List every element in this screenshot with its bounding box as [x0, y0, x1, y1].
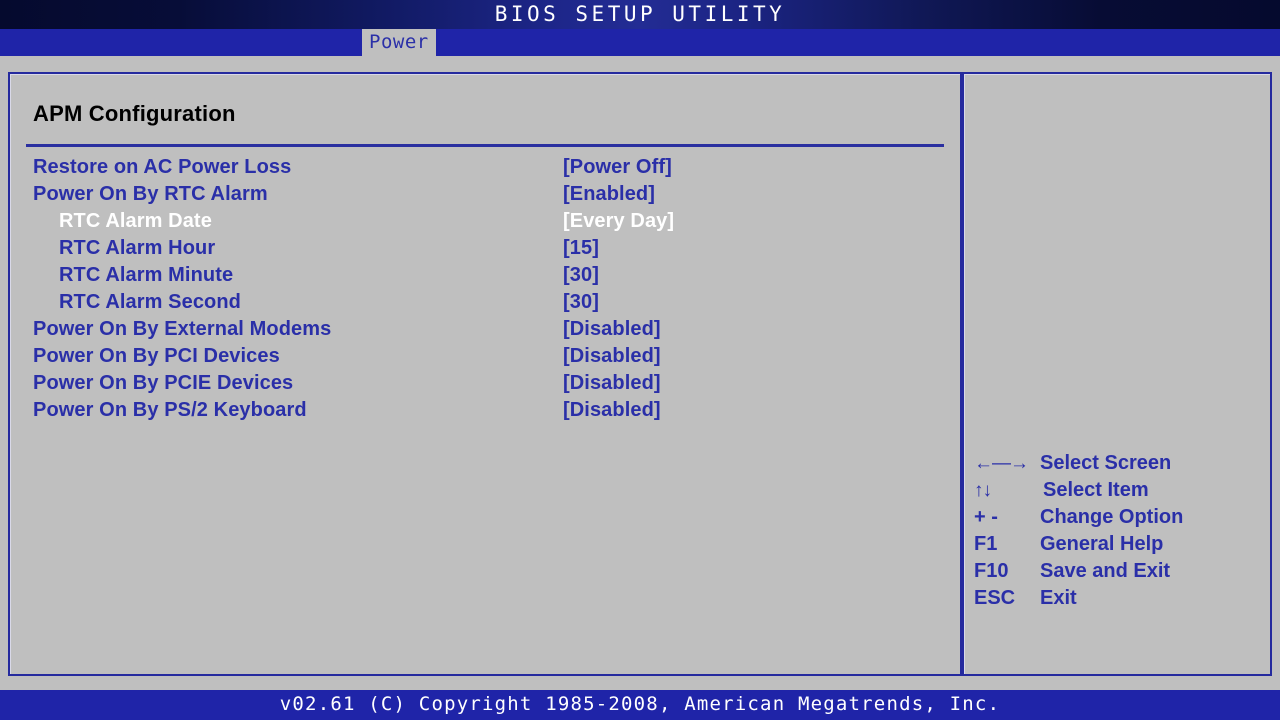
section-heading: APM Configuration — [33, 101, 236, 126]
legend-row: ESC Exit — [972, 585, 1266, 612]
legend-description: Exit — [1040, 587, 1077, 609]
setting-row[interactable]: RTC Alarm Hour [15] — [10, 235, 960, 262]
key-legend-list: ←—→ Select Screen ↑↓ Select Item + - Change O… — [972, 450, 1266, 612]
legend-description: Change Option — [1040, 506, 1184, 528]
setting-label: RTC Alarm Second — [59, 291, 242, 313]
setting-value[interactable]: [Disabled] — [563, 316, 661, 343]
setting-label: Restore on AC Power Loss — [33, 156, 292, 178]
setting-label: Power On By PS/2 Keyboard — [33, 399, 307, 421]
setting-label: Power On By RTC Alarm — [33, 183, 268, 205]
setting-value[interactable]: [Disabled] — [563, 397, 661, 424]
setting-label: RTC Alarm Minute — [59, 264, 234, 286]
esc-key: ESC — [974, 587, 1016, 609]
setting-row[interactable]: Power On By PCI Devices [Disabled] — [10, 343, 960, 370]
plus-minus-key: + - — [974, 506, 998, 528]
setting-value[interactable]: [Every Day] — [563, 208, 674, 235]
legend-description: Select Screen — [1040, 452, 1172, 474]
menu-tab-bar: Power — [0, 29, 1280, 56]
bios-body-area: APM Configuration Restore on AC Power Lo… — [0, 56, 1280, 686]
bios-footer-bar: v02.61 (C) Copyright 1985-2008, American… — [0, 690, 1280, 720]
setting-value[interactable]: [Enabled] — [563, 181, 655, 208]
page-title: BIOS SETUP UTILITY — [494, 2, 786, 26]
legend-row: + - Change Option — [972, 504, 1266, 531]
setting-label: RTC Alarm Date — [59, 210, 212, 232]
setting-value[interactable]: [Power Off] — [563, 154, 672, 181]
setting-row[interactable]: Power On By RTC Alarm [Enabled] — [10, 181, 960, 208]
left-right-arrow-icon: ←—→ — [974, 453, 1029, 474]
settings-list: Restore on AC Power Loss [Power Off] Power… — [10, 154, 960, 424]
setting-row[interactable]: Power On By PS/2 Keyboard [Disabled] — [10, 397, 960, 424]
up-down-arrow-icon: ↑↓ — [974, 480, 992, 501]
main-settings-panel: APM Configuration Restore on AC Power Lo… — [8, 72, 962, 676]
setting-value[interactable]: [Disabled] — [563, 370, 661, 397]
setting-row[interactable]: RTC Alarm Date [Every Day] — [10, 208, 960, 235]
tab-power[interactable]: Power — [362, 29, 436, 56]
copyright-text: v02.61 (C) Copyright 1985-2008, American… — [279, 693, 1001, 715]
setting-label: RTC Alarm Hour — [59, 237, 216, 259]
legend-description: Select Item — [1043, 479, 1149, 501]
setting-row[interactable]: RTC Alarm Minute [30] — [10, 262, 960, 289]
setting-row[interactable]: Power On By PCIE Devices [Disabled] — [10, 370, 960, 397]
legend-description: Save and Exit — [1040, 560, 1171, 582]
help-panel: ←—→ Select Screen ↑↓ Select Item + - Change O… — [962, 72, 1272, 676]
setting-value[interactable]: [15] — [563, 235, 599, 262]
setting-label: Power On By PCIE Devices — [33, 372, 294, 394]
legend-row: F1 General Help — [972, 531, 1266, 558]
setting-row[interactable]: Restore on AC Power Loss [Power Off] — [10, 154, 960, 181]
setting-value[interactable]: [30] — [563, 289, 599, 316]
setting-label: Power On By PCI Devices — [33, 345, 280, 367]
legend-row: ←—→ Select Screen — [972, 450, 1266, 477]
section-divider — [26, 144, 944, 147]
setting-value[interactable]: [30] — [563, 262, 599, 289]
legend-row: F10 Save and Exit — [972, 558, 1266, 585]
setting-row[interactable]: Power On By External Modems [Disabled] — [10, 316, 960, 343]
setting-value[interactable]: [Disabled] — [563, 343, 661, 370]
setting-label: Power On By External Modems — [33, 318, 332, 340]
bios-title-bar: BIOS SETUP UTILITY — [0, 0, 1280, 29]
legend-row: ↑↓ Select Item — [972, 477, 1266, 504]
f10-key: F10 — [974, 560, 1009, 582]
legend-description: General Help — [1040, 533, 1164, 555]
f1-key: F1 — [974, 533, 998, 555]
setting-row[interactable]: RTC Alarm Second [30] — [10, 289, 960, 316]
